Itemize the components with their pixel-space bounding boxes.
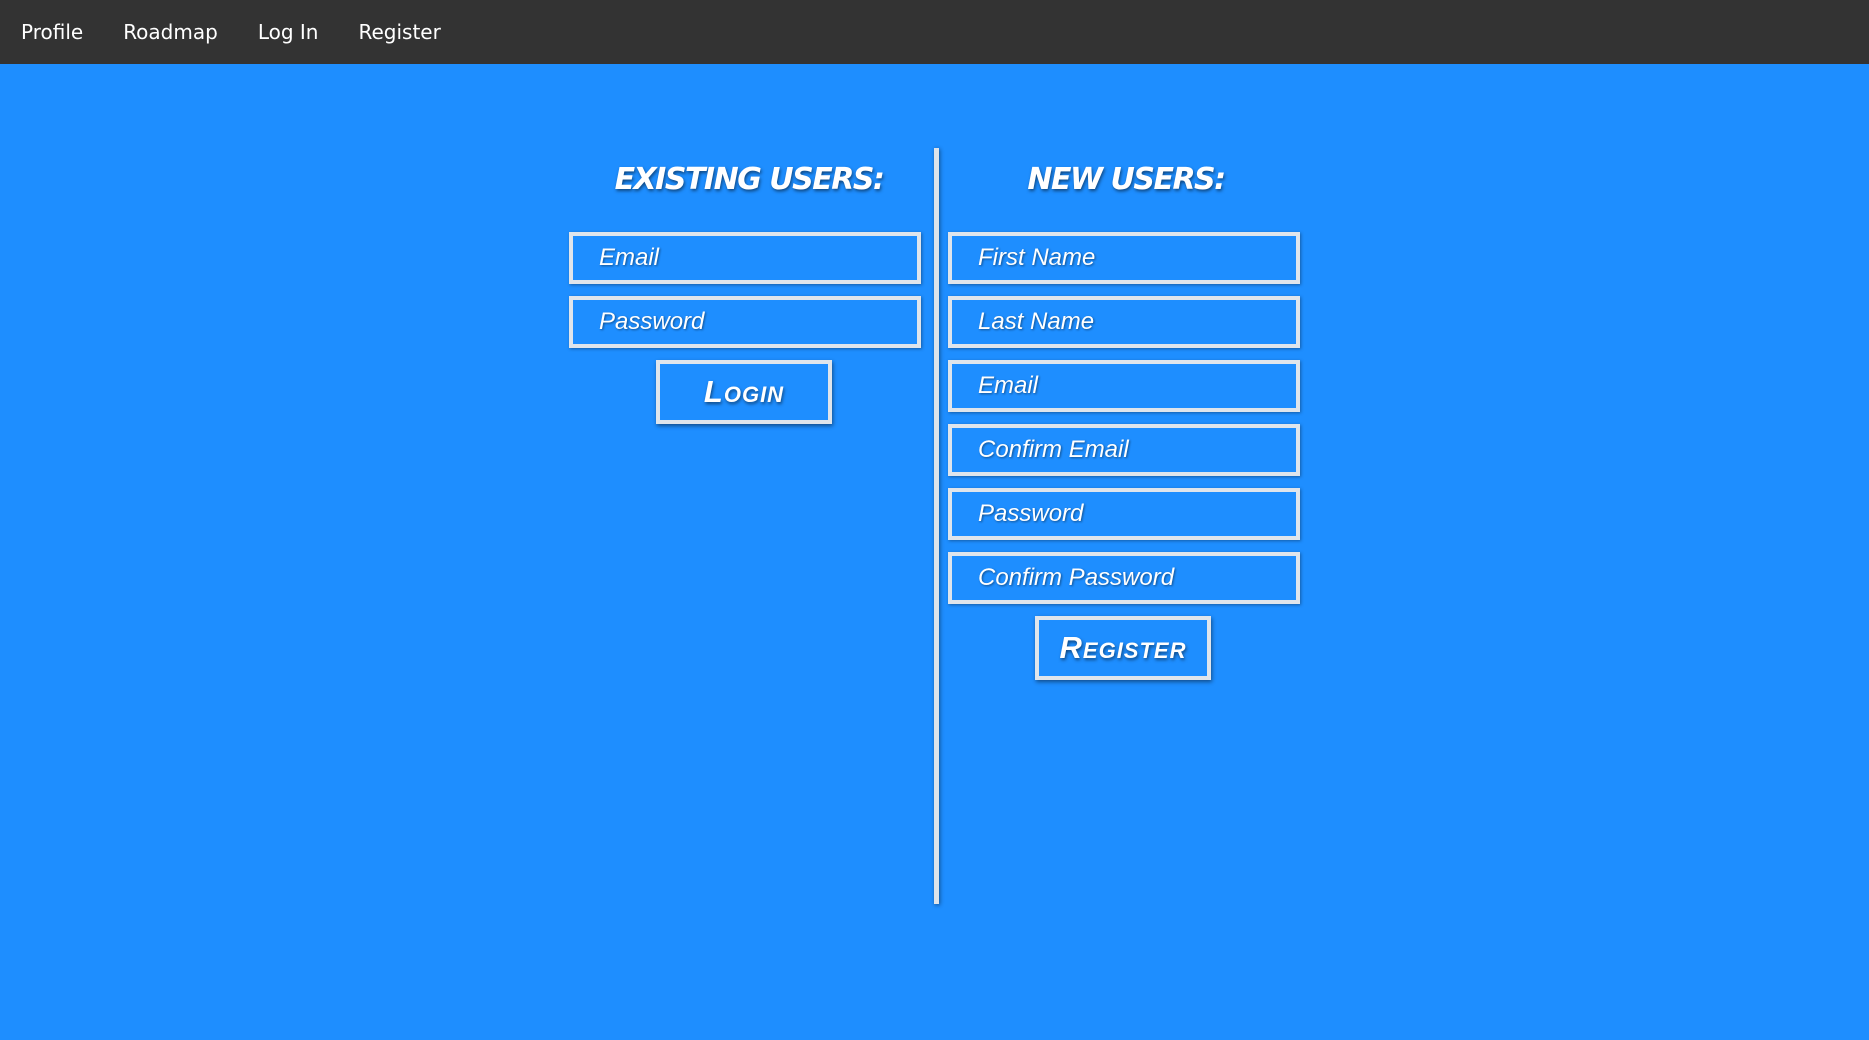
nav-link-login[interactable]: Log In [238,20,339,44]
new-users-heading: NEW USERS: [1027,162,1226,197]
login-email-input[interactable] [573,236,917,280]
confirm-password-input[interactable] [952,556,1296,600]
nav-link-roadmap[interactable]: Roadmap [103,20,238,44]
login-password-field[interactable] [569,296,921,348]
last-name-field[interactable] [948,296,1300,348]
nav-link-register[interactable]: Register [338,20,460,44]
first-name-input[interactable] [952,236,1296,280]
existing-users-heading: EXISTING USERS: [614,162,885,197]
last-name-input[interactable] [952,300,1296,344]
first-name-field[interactable] [948,232,1300,284]
column-divider [934,148,939,904]
register-password-field[interactable] [948,488,1300,540]
register-email-input[interactable] [952,364,1296,408]
register-password-input[interactable] [952,492,1296,536]
confirm-email-input[interactable] [952,428,1296,472]
login-email-field[interactable] [569,232,921,284]
register-email-field[interactable] [948,360,1300,412]
confirm-password-field[interactable] [948,552,1300,604]
register-button[interactable]: Register [1035,616,1211,680]
confirm-email-field[interactable] [948,424,1300,476]
login-button[interactable]: Login [656,360,832,424]
nav-link-profile[interactable]: Profile [0,20,103,44]
login-password-input[interactable] [573,300,917,344]
top-navbar: Profile Roadmap Log In Register [0,0,1869,64]
main-content: EXISTING USERS: Login NEW USERS: Registe… [0,64,1869,1040]
